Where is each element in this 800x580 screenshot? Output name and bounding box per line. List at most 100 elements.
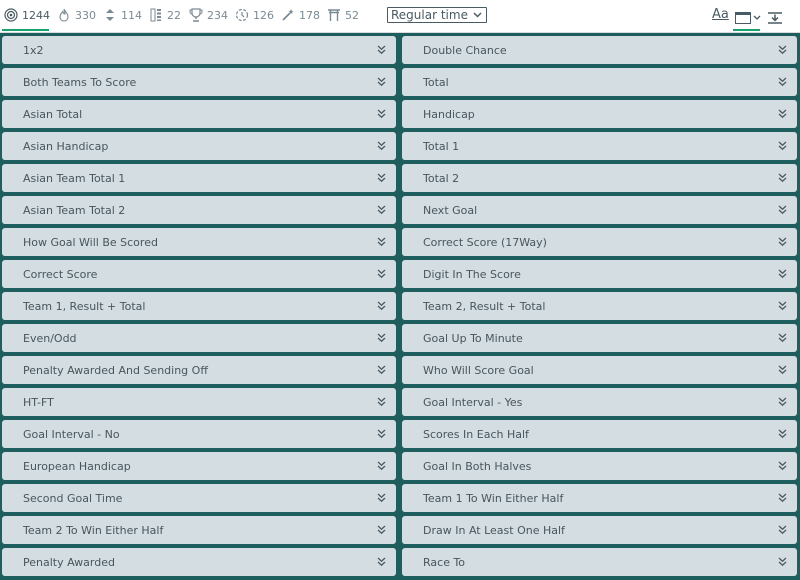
market-row[interactable]: Goal In Both Halves [402, 452, 797, 480]
period-select[interactable]: Regular time [387, 7, 487, 23]
market-row[interactable]: Race To [402, 548, 797, 576]
market-name: Total 1 [423, 139, 460, 153]
market-row[interactable]: HT-FT [2, 388, 396, 416]
expand-chevrons-icon[interactable] [377, 237, 386, 247]
tab-count: 126 [253, 8, 274, 22]
expand-chevrons-icon[interactable] [377, 77, 386, 87]
market-row[interactable]: European Handicap [2, 452, 396, 480]
market-row[interactable]: Goal Interval - Yes [402, 388, 797, 416]
market-row[interactable]: Penalty Awarded And Sending Off [2, 356, 396, 384]
market-row[interactable]: Total 2 [402, 164, 797, 192]
expand-chevrons-icon[interactable] [377, 205, 386, 215]
market-row[interactable]: Second Goal Time [2, 484, 396, 512]
tab-count: 234 [207, 8, 228, 22]
expand-chevrons-icon[interactable] [778, 397, 787, 407]
market-row[interactable]: Total [402, 68, 797, 96]
expand-chevrons-icon[interactable] [778, 493, 787, 503]
market-row[interactable]: How Goal Will Be Scored [2, 228, 396, 256]
market-name: Draw In At Least One Half [423, 523, 565, 537]
clock-dashed-icon [235, 8, 249, 22]
market-row[interactable]: Both Teams To Score [2, 68, 396, 96]
market-name: Goal Up To Minute [423, 331, 523, 345]
expand-chevrons-icon[interactable] [778, 365, 787, 375]
market-row[interactable]: Scores In Each Half [402, 420, 797, 448]
expand-chevrons-icon[interactable] [377, 45, 386, 55]
market-row[interactable]: Asian Handicap [2, 132, 396, 160]
expand-chevrons-icon[interactable] [778, 333, 787, 343]
tab-trophy[interactable]: 234 [189, 0, 228, 30]
expand-chevrons-icon[interactable] [377, 301, 386, 311]
layout-toggle-button[interactable] [735, 9, 761, 28]
expand-chevrons-icon[interactable] [377, 141, 386, 151]
market-row[interactable]: Even/Odd [2, 324, 396, 352]
expand-chevrons-icon[interactable] [377, 429, 386, 439]
market-row[interactable]: Team 1, Result + Total [2, 292, 396, 320]
expand-chevrons-icon[interactable] [778, 269, 787, 279]
chevron-down-icon [473, 12, 482, 18]
market-row[interactable]: Total 1 [402, 132, 797, 160]
market-name: Who Will Score Goal [423, 363, 534, 377]
tab-count: 22 [167, 8, 181, 22]
columns-layout-icon [735, 9, 761, 28]
market-row[interactable]: Penalty Awarded [2, 548, 396, 576]
expand-chevrons-icon[interactable] [377, 173, 386, 183]
expand-chevrons-icon[interactable] [377, 109, 386, 119]
market-row[interactable]: Goal Up To Minute [402, 324, 797, 352]
market-row[interactable]: Who Will Score Goal [402, 356, 797, 384]
expand-chevrons-icon[interactable] [377, 397, 386, 407]
expand-chevrons-icon[interactable] [778, 557, 787, 567]
market-name: Asian Team Total 2 [23, 203, 126, 217]
expand-chevrons-icon[interactable] [778, 45, 787, 55]
market-row[interactable]: Correct Score (17Way) [402, 228, 797, 256]
expand-chevrons-icon[interactable] [778, 301, 787, 311]
market-row[interactable]: Draw In At Least One Half [402, 516, 797, 544]
expand-chevrons-icon[interactable] [778, 205, 787, 215]
expand-chevrons-icon[interactable] [778, 237, 787, 247]
tab-stats[interactable]: 22 [149, 0, 181, 30]
expand-chevrons-icon[interactable] [778, 77, 787, 87]
expand-chevrons-icon[interactable] [377, 493, 386, 503]
market-row[interactable]: Correct Score [2, 260, 396, 288]
expand-chevrons-icon[interactable] [377, 365, 386, 375]
market-row[interactable]: Team 2, Result + Total [402, 292, 797, 320]
tab-totals[interactable]: 114 [103, 0, 142, 30]
market-row[interactable]: Handicap [402, 100, 797, 128]
expand-chevrons-icon[interactable] [778, 109, 787, 119]
font-size-button[interactable]: Aa [712, 7, 729, 22]
market-row[interactable]: Double Chance [402, 36, 797, 64]
market-name: Team 1 To Win Either Half [423, 491, 564, 505]
period-select-value: Regular time [391, 8, 468, 22]
market-name: Total [423, 75, 449, 89]
market-row[interactable]: 1x2 [2, 36, 396, 64]
market-row[interactable]: Next Goal [402, 196, 797, 224]
expand-chevrons-icon[interactable] [778, 141, 787, 151]
market-row[interactable]: Asian Total [2, 100, 396, 128]
tab-gate[interactable]: 52 [327, 0, 359, 30]
tab-time[interactable]: 126 [235, 0, 274, 30]
market-name: Goal Interval - No [23, 427, 120, 441]
expand-chevrons-icon[interactable] [377, 557, 386, 567]
market-row[interactable]: Asian Team Total 2 [2, 196, 396, 224]
tab-all[interactable]: 1244 [4, 0, 50, 30]
expand-chevrons-icon[interactable] [778, 173, 787, 183]
market-name: Next Goal [423, 203, 478, 217]
expand-chevrons-icon[interactable] [778, 461, 787, 471]
collapse-all-button[interactable] [768, 9, 782, 28]
expand-chevrons-icon[interactable] [778, 525, 787, 535]
market-name: Goal Interval - Yes [423, 395, 523, 409]
expand-chevrons-icon[interactable] [377, 461, 386, 471]
market-row[interactable]: Team 2 To Win Either Half [2, 516, 396, 544]
expand-chevrons-icon[interactable] [377, 525, 386, 535]
market-name: Team 1, Result + Total [23, 299, 146, 313]
expand-chevrons-icon[interactable] [778, 429, 787, 439]
tab-hot[interactable]: 330 [57, 0, 96, 30]
expand-chevrons-icon[interactable] [377, 269, 386, 279]
market-row[interactable]: Asian Team Total 1 [2, 164, 396, 192]
market-name: Scores In Each Half [423, 427, 529, 441]
market-row[interactable]: Goal Interval - No [2, 420, 396, 448]
market-name: Total 2 [423, 171, 460, 185]
expand-chevrons-icon[interactable] [377, 333, 386, 343]
tab-specials[interactable]: 178 [281, 0, 320, 30]
market-row[interactable]: Digit In The Score [402, 260, 797, 288]
market-row[interactable]: Team 1 To Win Either Half [402, 484, 797, 512]
